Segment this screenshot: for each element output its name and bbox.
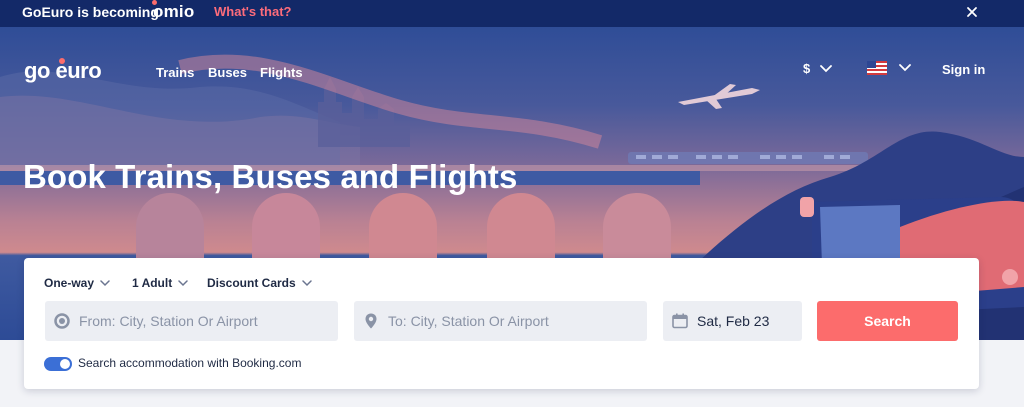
location-pin-icon — [365, 313, 377, 329]
chevron-down-icon — [100, 279, 110, 286]
from-input[interactable]: From: City, Station Or Airport — [45, 301, 338, 341]
trip-type-dropdown[interactable]: One-way — [44, 276, 110, 290]
to-placeholder: To: City, Station Or Airport — [388, 313, 549, 329]
chevron-down-icon — [899, 64, 911, 72]
search-form: One-way 1 Adult Discount Cards From: Cit… — [24, 258, 979, 389]
page-title: Book Trains, Buses and Flights — [23, 158, 518, 195]
chevron-down-icon — [301, 279, 312, 286]
accommodation-toggle-label: Search accommodation with Booking.com — [78, 356, 302, 370]
passengers-dropdown[interactable]: 1 Adult — [132, 276, 188, 290]
nav-flights[interactable]: Flights — [260, 65, 303, 80]
rebrand-banner: GoEuro is becoming omio What's that? — [0, 0, 1024, 27]
banner-text: GoEuro is becoming — [22, 4, 159, 20]
search-button[interactable]: Search — [817, 301, 958, 341]
language-selector[interactable] — [867, 61, 911, 75]
discount-cards-dropdown[interactable]: Discount Cards — [207, 276, 312, 290]
omio-logo: omio — [152, 0, 195, 21]
nav-trains[interactable]: Trains — [156, 65, 194, 80]
close-icon[interactable] — [964, 4, 980, 20]
goeuro-logo[interactable]: go euro — [24, 58, 102, 84]
nav-buses[interactable]: Buses — [208, 65, 247, 80]
accommodation-toggle[interactable] — [44, 357, 72, 371]
to-input[interactable]: To: City, Station Or Airport — [354, 301, 647, 341]
date-value: Sat, Feb 23 — [697, 313, 770, 329]
currency-label: $ — [803, 61, 811, 76]
us-flag-icon — [867, 61, 887, 75]
chevron-down-icon — [820, 64, 833, 72]
origin-circle-icon — [54, 313, 70, 329]
currency-selector[interactable]: $ — [803, 61, 833, 76]
sign-in-link[interactable]: Sign in — [942, 62, 985, 77]
whats-that-link[interactable]: What's that? — [214, 4, 291, 19]
from-placeholder: From: City, Station Or Airport — [79, 313, 258, 329]
calendar-icon — [672, 313, 688, 329]
chevron-down-icon — [178, 279, 188, 286]
date-picker[interactable]: Sat, Feb 23 — [663, 301, 802, 341]
toggle-knob — [60, 359, 70, 369]
